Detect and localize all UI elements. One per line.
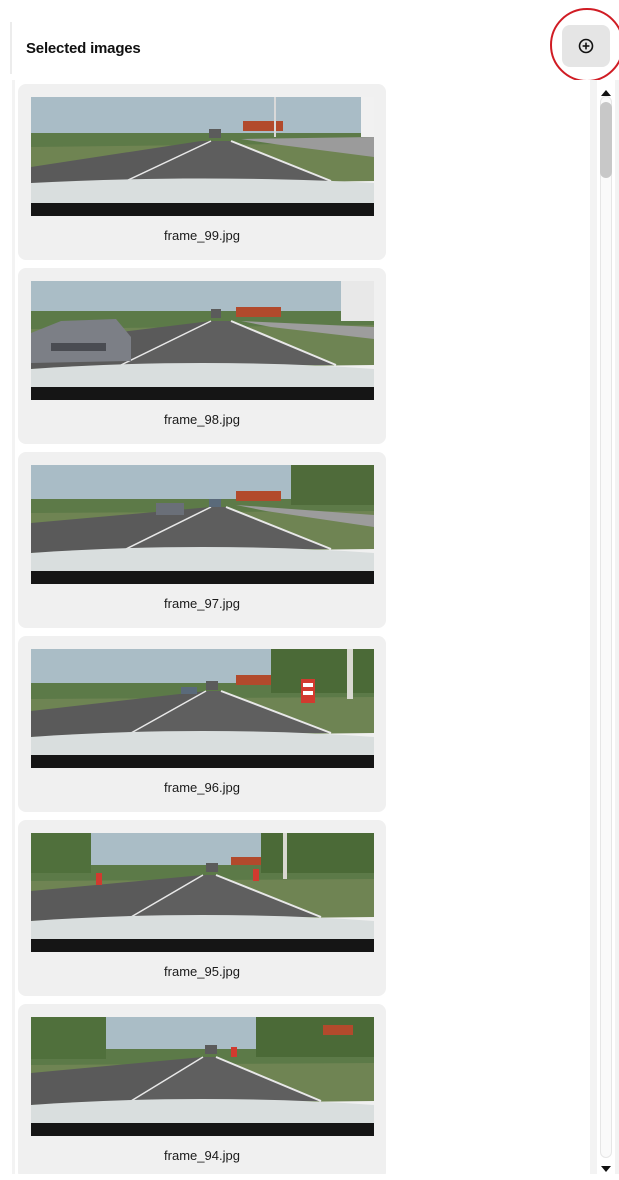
add-image-button[interactable] [562,25,610,67]
image-card-frame-98[interactable]: frame_98.jpg [18,268,386,444]
scroll-down-button[interactable] [597,1162,615,1176]
add-circle-icon [578,38,594,54]
thumbnail-frame-98 [31,281,374,400]
image-card-frame-99[interactable]: frame_99.jpg [18,84,386,260]
thumbnail-frame-96 [31,649,374,768]
image-card-frame-96[interactable]: frame_96.jpg [18,636,386,812]
arrow-down-icon [601,1166,611,1172]
scrollbar-thumb[interactable] [600,102,612,178]
thumbnail-frame-95 [31,833,374,952]
panel-title: Selected images [26,40,141,57]
thumbnail-frame-94 [31,1017,374,1136]
image-card-frame-94[interactable]: frame_94.jpg [18,1004,386,1174]
image-card-frame-97[interactable]: frame_97.jpg [18,452,386,628]
image-card-frame-95[interactable]: frame_95.jpg [18,820,386,996]
vertical-scrollbar[interactable] [597,80,615,1174]
scrollbar-track[interactable] [600,96,612,1158]
image-filename: frame_95.jpg [164,964,240,979]
image-filename: frame_98.jpg [164,412,240,427]
image-filename: frame_97.jpg [164,596,240,611]
image-list: frame_99.jpg frame_98.jpg frame_97.jpg f… [15,80,590,1174]
thumbnail-frame-99 [31,97,374,216]
thumbnail-frame-97 [31,465,374,584]
image-filename: frame_96.jpg [164,780,240,795]
image-filename: frame_99.jpg [164,228,240,243]
panel-header: Selected images [12,22,619,74]
image-filename: frame_94.jpg [164,1148,240,1163]
